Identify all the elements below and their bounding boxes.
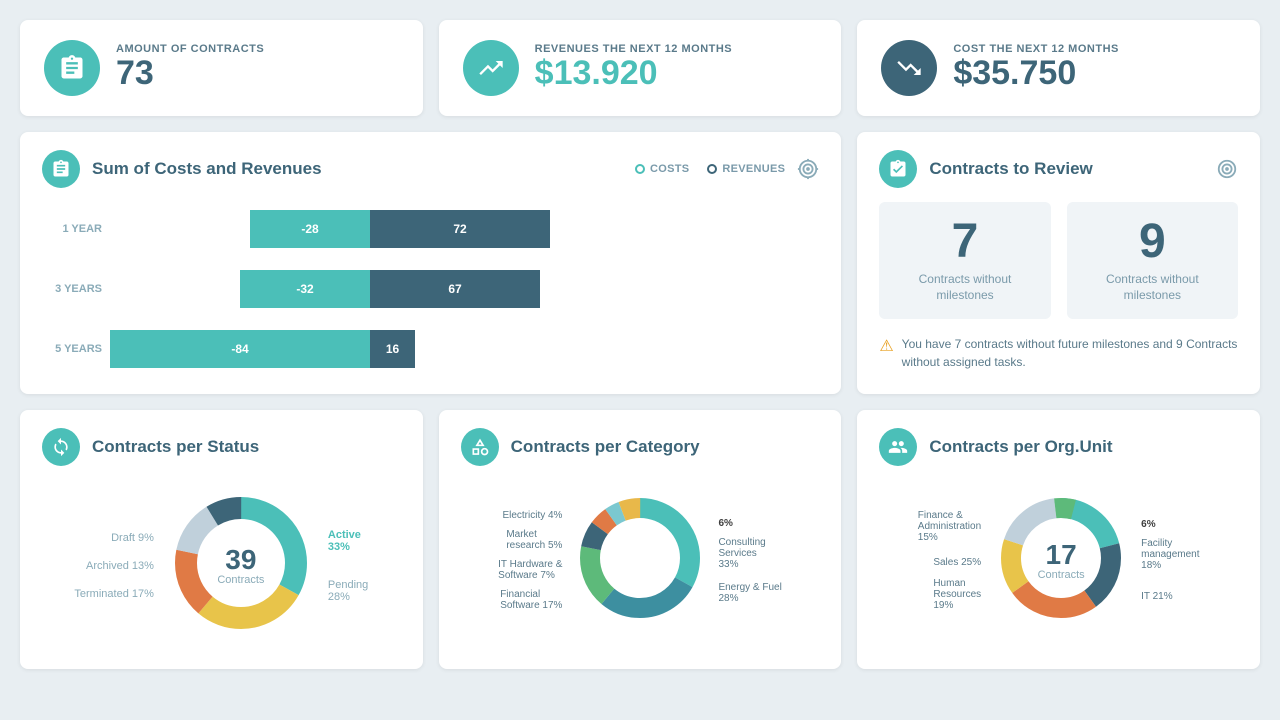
contracts-status-header: Contracts per Status (42, 428, 401, 466)
review-box-2: 9 Contracts without milestones (1067, 202, 1238, 319)
bar-pos-1year: 72 (370, 210, 550, 248)
orgunit-center-num: 17 (1038, 541, 1085, 569)
org-label-finance: Finance &Administration15% (918, 510, 981, 543)
bar-pos-5years: 16 (370, 330, 415, 368)
review-label-2: Contracts without milestones (1079, 272, 1226, 303)
chart-down-icon (881, 40, 937, 96)
status-label-pending: Pending28% (328, 579, 368, 603)
bar-neg-5years: -84 (110, 330, 370, 368)
costs-legend-label: COSTS (650, 163, 689, 175)
cat-label-market: Marketresearch 5% (506, 529, 562, 551)
costs-legend-dot (635, 164, 645, 174)
contracts-review-icon (879, 150, 917, 188)
contracts-orgunit-header: Contracts per Org.Unit (879, 428, 1238, 466)
cat-label-financial: FinancialSoftware 17% (500, 589, 562, 611)
cat-label-energy: Energy & Fuel28% (718, 582, 781, 604)
clipboard-icon (44, 40, 100, 96)
warning-icon: ⚠ (879, 335, 893, 359)
contracts-category-section: Contracts per Category Electricity 4% Ma… (439, 410, 842, 669)
contracts-review-header: Contracts to Review (879, 150, 1238, 188)
cat-pct-top: 6% (718, 518, 781, 529)
contracts-status-icon (42, 428, 80, 466)
kpi-costs: COST THE NEXT 12 MONTHS $35.750 (857, 20, 1260, 116)
bar-chart: 1 YEAR -28 72 3 YEARS -32 67 (42, 202, 819, 376)
status-label-active: Active33% (328, 529, 368, 553)
chart-up-icon (463, 40, 519, 96)
bar-pos-3years: 67 (370, 270, 540, 308)
bar-row-1year: 1 YEAR -28 72 (42, 210, 819, 248)
revenues-legend-item: REVENUES (707, 163, 785, 175)
costs-revenues-header: Sum of Costs and Revenues COSTS REVENUES (42, 150, 819, 188)
contracts-status-title: Contracts per Status (92, 437, 401, 457)
costs-legend-item: COSTS (635, 163, 689, 175)
contracts-status-section: Contracts per Status Draft 9% Archived 1… (20, 410, 423, 669)
kpi-contracts-value: 73 (116, 55, 264, 92)
cat-label-consulting: ConsultingServices33% (718, 537, 781, 570)
contracts-category-title: Contracts per Category (511, 437, 820, 457)
category-donut-section: Electricity 4% Marketresearch 5% IT Hard… (461, 480, 820, 641)
status-label-terminated: Terminated 17% (74, 588, 154, 600)
kpi-contracts: AMOUNT OF CONTRACTS 73 (20, 20, 423, 116)
org-label-hr: HumanResources19% (933, 578, 981, 611)
review-num-1: 7 (891, 218, 1038, 266)
contracts-orgunit-section: Contracts per Org.Unit Finance &Administ… (857, 410, 1260, 669)
status-donut: 39 Contracts (166, 488, 316, 643)
review-boxes: 7 Contracts without milestones 9 Contrac… (879, 202, 1238, 319)
contracts-category-icon (461, 428, 499, 466)
costs-revenues-icon (42, 150, 80, 188)
target-icon[interactable] (797, 158, 819, 180)
contracts-review-title: Contracts to Review (929, 159, 1204, 179)
status-label-draft: Draft 9% (111, 532, 154, 544)
status-label-archived: Archived 13% (86, 560, 154, 572)
revenues-legend-dot (707, 164, 717, 174)
kpi-costs-value: $35.750 (953, 55, 1119, 92)
costs-revenues-title: Sum of Costs and Revenues (92, 159, 623, 179)
bar-row-3years: 3 YEARS -32 67 (42, 270, 819, 308)
orgunit-donut-center: 17 Contracts (1038, 541, 1085, 581)
review-num-2: 9 (1079, 218, 1226, 266)
status-donut-section: Draft 9% Archived 13% Terminated 17% (42, 480, 401, 651)
contracts-orgunit-icon (879, 428, 917, 466)
org-label-facility: Facilitymanagement18% (1141, 538, 1199, 571)
category-donut (570, 488, 710, 633)
costs-revenues-section: Sum of Costs and Revenues COSTS REVENUES… (20, 132, 841, 394)
revenues-legend-label: REVENUES (722, 163, 785, 175)
org-label-it: IT 21% (1141, 591, 1199, 602)
orgunit-donut-section: Finance &Administration15% Sales 25% Hum… (879, 480, 1238, 641)
review-box-1: 7 Contracts without milestones (879, 202, 1050, 319)
bar-neg-1year: -28 (250, 210, 370, 248)
status-donut-center: 39 Contracts (217, 546, 264, 586)
orgunit-center-label: Contracts (1038, 569, 1085, 581)
review-warning: ⚠ You have 7 contracts without future mi… (879, 335, 1238, 371)
chart-legend: COSTS REVENUES (635, 163, 785, 175)
review-label-1: Contracts without milestones (891, 272, 1038, 303)
org-label-sales: Sales 25% (933, 557, 981, 568)
contracts-orgunit-title: Contracts per Org.Unit (929, 437, 1238, 457)
target-icon-2[interactable] (1216, 158, 1238, 180)
cat-label-it: IT Hardware &Software 7% (498, 559, 562, 581)
dashboard: AMOUNT OF CONTRACTS 73 REVENUES THE NEXT… (20, 20, 1260, 669)
bar-neg-3years: -32 (240, 270, 370, 308)
kpi-revenues: REVENUES THE NEXT 12 MONTHS $13.920 (439, 20, 842, 116)
org-pct-top: 6% (1141, 519, 1199, 530)
contracts-category-header: Contracts per Category (461, 428, 820, 466)
contracts-review-section: Contracts to Review 7 Contracts without … (857, 132, 1260, 394)
kpi-revenues-value: $13.920 (535, 55, 732, 92)
review-warning-text: You have 7 contracts without future mile… (902, 335, 1238, 371)
status-center-label: Contracts (217, 574, 264, 586)
bar-row-5years: 5 YEARS -84 16 (42, 330, 819, 368)
status-center-num: 39 (217, 546, 264, 574)
orgunit-donut: 17 Contracts (991, 488, 1131, 633)
cat-label-electricity: Electricity 4% (502, 510, 562, 521)
